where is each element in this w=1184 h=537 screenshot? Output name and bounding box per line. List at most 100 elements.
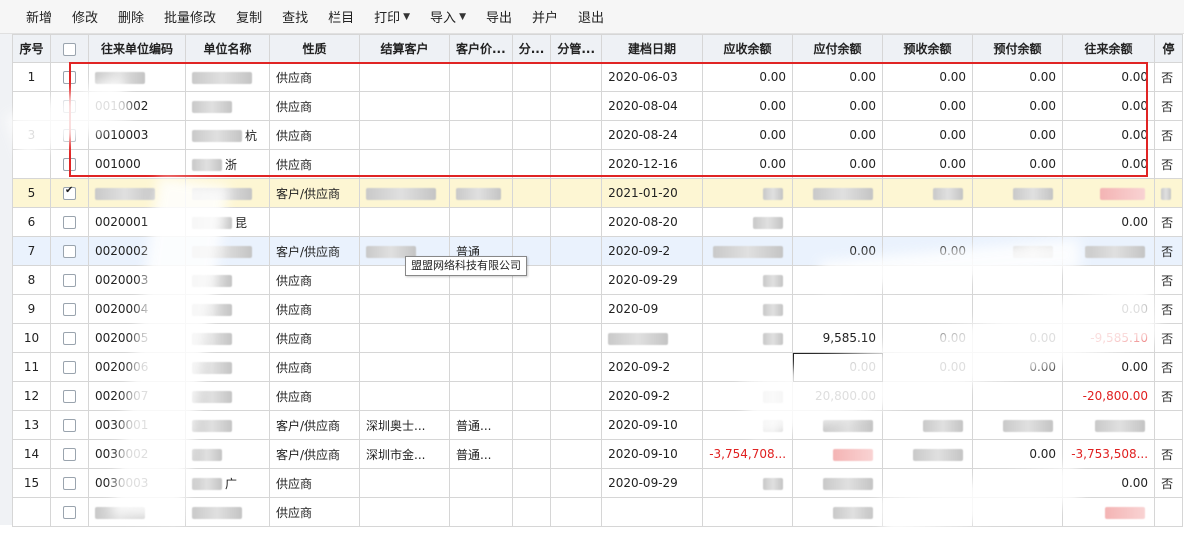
cell-checked[interactable]	[50, 323, 89, 353]
cell-type[interactable]: 供应商	[269, 294, 360, 324]
toolbar-button-8[interactable]: 导入 ▼	[430, 7, 466, 26]
cell-adv_r[interactable]	[882, 497, 974, 527]
cell-checked[interactable]	[50, 410, 89, 440]
table-row[interactable]: 1 供应商 2020-06-03 0.00 0.00 0.00 0.00 0.00 否	[12, 62, 1184, 92]
cell-price[interactable]	[449, 497, 513, 527]
cell-no[interactable]: 1	[12, 62, 51, 92]
cell-ar[interactable]	[702, 497, 794, 527]
cell-adv_r[interactable]: 0.00	[882, 149, 974, 179]
column-header-8[interactable]: 分管...	[550, 34, 603, 63]
toolbar-button-9[interactable]: 导出	[486, 7, 512, 26]
cell-stop[interactable]	[1154, 178, 1184, 208]
cell-f1[interactable]	[511, 91, 552, 121]
cell-adv_p[interactable]: 0.00	[972, 120, 1064, 150]
cell-name[interactable]	[185, 439, 270, 469]
cell-adv_p[interactable]	[972, 468, 1064, 498]
cell-checked[interactable]	[50, 265, 89, 295]
cell-code[interactable]: 001000	[88, 149, 186, 179]
cell-adv_p[interactable]: 0.00	[972, 439, 1064, 469]
cell-code[interactable]: 0020002	[88, 236, 186, 266]
cell-name[interactable]	[185, 294, 270, 324]
table-row[interactable]: 14 0030002 客户/供应商 深圳市金... 普通... 2020-09-10 -3,…	[12, 439, 1184, 469]
cell-adv_r[interactable]	[882, 439, 974, 469]
cell-price[interactable]	[449, 120, 513, 150]
cell-no[interactable]: 9	[12, 294, 51, 324]
cell-name[interactable]	[185, 91, 270, 121]
cell-f1[interactable]	[511, 410, 552, 440]
column-header-7[interactable]: 分...	[511, 34, 552, 63]
table-row[interactable]: 13 0030001 客户/供应商 深圳奥士... 普通... 2020-09-10	[12, 410, 1184, 440]
cell-f1[interactable]	[511, 178, 552, 208]
cell-checked[interactable]	[50, 91, 89, 121]
cell-ar[interactable]: 0.00	[702, 62, 794, 92]
cell-date[interactable]: 2020-09-10	[601, 439, 704, 469]
toolbar-button-0[interactable]: 新增	[26, 7, 52, 26]
cell-type[interactable]: 客户/供应商	[269, 410, 360, 440]
cell-type[interactable]: 供应商	[269, 120, 360, 150]
cell-bal[interactable]: 0.00	[1062, 207, 1156, 237]
column-header-12[interactable]: 预收余额	[882, 34, 974, 63]
table-row[interactable]: 001000 浙 供应商 2020-12-16 0.00 0.00 0.00 0.00 0.00…	[12, 149, 1184, 179]
column-header-6[interactable]: 客户价...	[449, 34, 513, 63]
cell-name[interactable]	[185, 410, 270, 440]
cell-stop[interactable]: 否	[1154, 381, 1184, 411]
cell-f2[interactable]	[550, 294, 603, 324]
cell-f2[interactable]	[550, 410, 603, 440]
cell-ar[interactable]: 0.00	[702, 120, 794, 150]
cell-f2[interactable]	[550, 207, 603, 237]
cell-bal[interactable]: -3,753,508...	[1062, 439, 1156, 469]
cell-name[interactable]	[185, 497, 270, 527]
cell-stop[interactable]: 否	[1154, 149, 1184, 179]
cell-name[interactable]	[185, 236, 270, 266]
cell-name[interactable]: 杭	[185, 120, 270, 150]
cell-code[interactable]: 0020007	[88, 381, 186, 411]
cell-name[interactable]	[185, 352, 270, 382]
cell-settle[interactable]	[359, 178, 450, 208]
cell-no[interactable]: 14	[12, 439, 51, 469]
cell-adv_p[interactable]	[972, 410, 1064, 440]
table-row[interactable]: 供应商	[12, 497, 1184, 527]
cell-ar[interactable]	[702, 410, 794, 440]
cell-date[interactable]: 2020-12-16	[601, 149, 704, 179]
cell-ap[interactable]	[792, 178, 884, 208]
column-header-15[interactable]: 停	[1154, 34, 1184, 63]
cell-settle[interactable]	[359, 352, 450, 382]
cell-ar[interactable]: 0.00	[702, 149, 794, 179]
cell-f2[interactable]	[550, 178, 603, 208]
cell-date[interactable]: 2020-08-20	[601, 207, 704, 237]
row-checkbox[interactable]	[63, 448, 76, 461]
cell-ar[interactable]	[702, 352, 794, 382]
cell-settle[interactable]	[359, 497, 450, 527]
row-checkbox[interactable]	[63, 185, 76, 200]
cell-bal[interactable]: 0.00	[1062, 149, 1156, 179]
cell-ar[interactable]	[702, 381, 794, 411]
toolbar-button-3[interactable]: 批量修改	[164, 7, 216, 26]
toolbar-button-7[interactable]: 打印 ▼	[374, 7, 410, 26]
cell-f2[interactable]	[550, 62, 603, 92]
cell-checked[interactable]	[50, 439, 89, 469]
cell-stop[interactable]: 否	[1154, 323, 1184, 353]
cell-date[interactable]: 2020-09-10	[601, 410, 704, 440]
cell-adv_r[interactable]	[882, 207, 974, 237]
cell-adv_r[interactable]: 0.00	[882, 236, 974, 266]
cell-type[interactable]: 供应商	[269, 352, 360, 382]
cell-stop[interactable]: 否	[1154, 468, 1184, 498]
cell-no[interactable]	[12, 91, 51, 121]
cell-f1[interactable]	[511, 120, 552, 150]
cell-checked[interactable]	[50, 381, 89, 411]
cell-no[interactable]: 13	[12, 410, 51, 440]
cell-date[interactable]: 2020-08-04	[601, 91, 704, 121]
cell-settle[interactable]: 深圳市金...	[359, 439, 450, 469]
cell-adv_p[interactable]	[972, 178, 1064, 208]
cell-bal[interactable]: 0.00	[1062, 91, 1156, 121]
table-row[interactable]: 9 0020004 供应商 2020-09 0.00 否	[12, 294, 1184, 324]
cell-f2[interactable]	[550, 265, 603, 295]
cell-ar[interactable]	[702, 468, 794, 498]
select-all-checkbox[interactable]	[63, 42, 76, 56]
cell-name[interactable]	[185, 178, 270, 208]
cell-ap[interactable]: 9,585.10	[792, 323, 884, 353]
cell-stop[interactable]: 否	[1154, 62, 1184, 92]
cell-no[interactable]: 12	[12, 381, 51, 411]
cell-f2[interactable]	[550, 497, 603, 527]
cell-adv_p[interactable]	[972, 497, 1064, 527]
